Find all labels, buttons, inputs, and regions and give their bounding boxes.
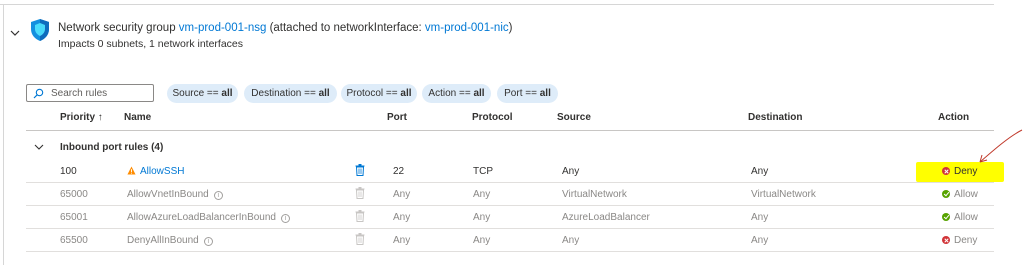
search-rules-input[interactable] xyxy=(51,86,151,100)
column-header-protocol[interactable]: Protocol xyxy=(472,112,513,123)
column-header-source[interactable]: Source xyxy=(557,112,591,123)
info-icon[interactable]: i xyxy=(213,191,223,200)
filter-pill-destination[interactable]: Destination == all xyxy=(244,84,337,103)
column-header-port[interactable]: Port xyxy=(387,112,407,123)
rule-action: Allow xyxy=(942,189,978,200)
rule-priority: 100 xyxy=(60,166,77,177)
deny-icon xyxy=(942,167,950,175)
trash-icon[interactable] xyxy=(355,164,365,176)
table-row[interactable]: 65001 AllowAzureLoadBalancerInBound i Any… xyxy=(26,206,994,229)
trash-icon xyxy=(355,233,365,245)
rule-name-cell: AllowVnetInBound i xyxy=(127,189,223,200)
rule-action: Deny xyxy=(942,235,977,246)
rule-destination: Any xyxy=(751,212,769,223)
nic-link[interactable]: vm-prod-001-nic xyxy=(425,22,509,34)
info-icon[interactable]: i xyxy=(281,214,290,223)
filter-label: Destination == xyxy=(251,88,316,99)
filter-label: Protocol == xyxy=(346,88,398,99)
search-rules-box[interactable] xyxy=(26,84,154,102)
chevron-down-icon[interactable] xyxy=(9,27,21,39)
nsg-title-prefix: Network security group xyxy=(58,22,179,34)
filter-pill-action[interactable]: Action == all xyxy=(422,84,491,103)
filter-pill-port[interactable]: Port == all xyxy=(497,84,558,103)
rule-protocol: TCP xyxy=(473,166,493,177)
trash-icon xyxy=(355,187,365,199)
column-header-priority[interactable]: Priority ↑ xyxy=(60,112,103,123)
filter-label: Port == xyxy=(504,88,537,99)
rule-action-label: Allow xyxy=(954,189,978,200)
rule-name: DenyAllInBound xyxy=(127,235,199,246)
rule-destination: Any xyxy=(751,235,769,246)
annotation-arrow xyxy=(979,129,1023,163)
deny-icon xyxy=(942,236,950,244)
nsg-name-link[interactable]: vm-prod-001-nsg xyxy=(179,22,267,34)
filter-value: all xyxy=(221,88,233,99)
rule-source: Any xyxy=(562,166,580,177)
rule-action-label: Allow xyxy=(954,212,978,223)
rule-priority: 65500 xyxy=(60,235,88,246)
table-row[interactable]: 65000 AllowVnetInBound i Any Any VirtualN… xyxy=(26,183,994,206)
rule-port: Any xyxy=(393,212,411,223)
filter-value: all xyxy=(400,88,412,99)
trash-icon xyxy=(355,210,365,222)
nsg-title: Network security group vm-prod-001-nsg (… xyxy=(58,22,512,34)
info-icon[interactable]: i xyxy=(203,237,213,246)
rule-protocol: Any xyxy=(473,212,491,223)
allow-icon xyxy=(942,190,950,198)
filter-pill-protocol[interactable]: Protocol == all xyxy=(341,84,417,103)
search-icon xyxy=(33,88,44,99)
rule-action: Allow xyxy=(942,212,978,223)
rule-name: AllowAzureLoadBalancerInBound xyxy=(127,212,276,223)
rule-destination: VirtualNetwork xyxy=(751,189,816,200)
table-row[interactable]: 65500 DenyAllInBound i Any Any Any Any De… xyxy=(26,229,994,252)
rule-port: Any xyxy=(393,235,411,246)
rule-protocol: Any xyxy=(473,189,491,200)
rule-source: Any xyxy=(562,235,580,246)
rule-priority: 65001 xyxy=(60,212,88,223)
rule-priority: 65000 xyxy=(60,189,88,200)
panel-left-border xyxy=(3,4,4,265)
rule-port: Any xyxy=(393,189,411,200)
filter-value: all xyxy=(539,88,551,99)
filter-value: all xyxy=(318,88,330,99)
column-header-action[interactable]: Action xyxy=(938,112,969,123)
filter-value: all xyxy=(473,88,485,99)
header-divider xyxy=(26,130,994,131)
rule-name-cell: DenyAllInBound i xyxy=(127,235,213,246)
filter-label: Source == xyxy=(172,88,219,99)
group-label-inbound[interactable]: Inbound port rules (4) xyxy=(60,142,163,153)
filter-pill-source[interactable]: Source == all xyxy=(167,84,238,103)
nsg-impacts: Impacts 0 subnets, 1 network interfaces xyxy=(58,38,244,50)
chevron-down-icon[interactable] xyxy=(34,142,44,152)
rule-source: AzureLoadBalancer xyxy=(562,212,650,223)
rule-port: 22 xyxy=(393,166,405,177)
rule-name-link[interactable]: AllowSSH xyxy=(140,166,184,177)
nsg-attached-prefix: (attached to networkInterface: xyxy=(266,22,425,34)
nsg-attached-suffix: ) xyxy=(508,22,513,34)
rule-name-cell: AllowAzureLoadBalancerInBound i xyxy=(127,212,290,223)
rule-source: VirtualNetwork xyxy=(562,189,627,200)
rule-name-cell: AllowSSH xyxy=(127,166,184,177)
rule-destination: Any xyxy=(751,166,769,177)
shield-icon xyxy=(31,19,49,41)
warning-icon xyxy=(127,166,136,175)
allow-icon xyxy=(942,213,950,221)
panel-top-border xyxy=(0,4,994,5)
column-header-destination[interactable]: Destination xyxy=(748,112,802,123)
rule-action-label: Deny xyxy=(954,235,978,246)
filter-label: Action == xyxy=(428,88,471,99)
table-row[interactable]: 100 AllowSSH 22 TCP Any Any Deny xyxy=(26,160,994,183)
rule-protocol: Any xyxy=(473,235,491,246)
column-header-name[interactable]: Name xyxy=(124,112,151,123)
rule-name: AllowVnetInBound xyxy=(127,189,209,200)
